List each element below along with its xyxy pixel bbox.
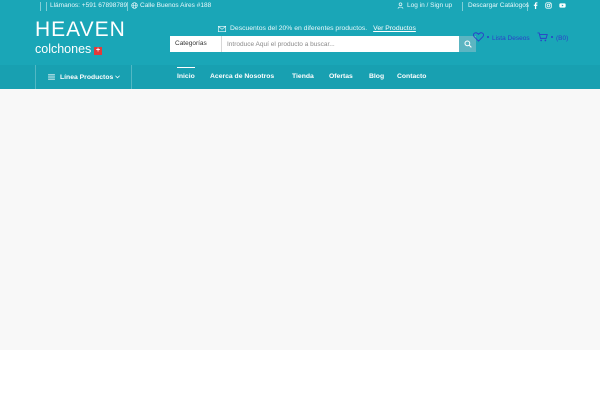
wishlist-link[interactable]: Lista Deseos xyxy=(473,31,530,42)
address-item: Calle Buenos Aires #188 xyxy=(131,2,211,9)
nav-item-ofertas[interactable]: Ofertas xyxy=(329,65,353,89)
login-label: Log in / Sign up xyxy=(407,2,453,9)
catalogs-link[interactable]: Descargar Catálogos xyxy=(468,2,529,9)
user-icon xyxy=(397,2,404,9)
hamburger-icon xyxy=(48,74,55,80)
divider xyxy=(40,2,41,11)
header: HEAVEN colchones + Descuentos del 20% en… xyxy=(0,13,600,65)
divider xyxy=(527,2,528,11)
dot-separator xyxy=(551,35,553,38)
youtube-icon[interactable] xyxy=(559,2,566,9)
nav-item-acerca[interactable]: Acerca de Nosotros xyxy=(210,65,274,89)
wishlist-label: Lista Deseos xyxy=(492,35,530,42)
top-bar: Llámanos: +591 67898789 Calle Buenos Air… xyxy=(0,0,600,13)
address-text: Calle Buenos Aires #188 xyxy=(140,2,212,9)
nav-item-blog[interactable]: Blog xyxy=(369,65,384,89)
main-nav: Línea Productos Inicio Acerca de Nosotro… xyxy=(0,65,600,89)
page-bottom xyxy=(0,350,600,400)
divider xyxy=(46,2,47,11)
search-bar: Categorías xyxy=(170,36,476,52)
phone-text: Llámanos: +591 67898789 xyxy=(50,2,128,9)
facebook-icon[interactable] xyxy=(533,2,538,9)
dot-separator xyxy=(487,35,489,38)
search-icon xyxy=(463,40,472,48)
login-link[interactable]: Log in / Sign up xyxy=(397,2,452,9)
envelope-icon xyxy=(218,25,226,32)
cart-label: (B0) xyxy=(556,35,569,42)
globe-icon xyxy=(131,2,138,9)
cart-icon xyxy=(537,31,548,42)
nav-item-tienda[interactable]: Tienda xyxy=(292,65,314,89)
promo-banner: Descuentos del 20% en diferentes product… xyxy=(218,25,416,32)
categories-menu-button[interactable]: Línea Productos xyxy=(35,65,132,89)
divider xyxy=(127,2,128,11)
logo-main-text: HEAVEN xyxy=(35,18,126,41)
swiss-cross-icon: + xyxy=(94,47,102,55)
promo-link[interactable]: Ver Productos xyxy=(373,25,416,32)
heart-icon xyxy=(473,31,484,42)
categories-label: Línea Productos xyxy=(60,73,114,81)
cart-link[interactable]: (B0) xyxy=(537,31,568,42)
search-input[interactable] xyxy=(224,36,454,52)
nav-item-inicio[interactable]: Inicio xyxy=(177,65,195,89)
instagram-icon[interactable] xyxy=(545,2,552,9)
logo-sub-text: colchones xyxy=(35,42,92,56)
nav-item-contacto[interactable]: Contacto xyxy=(397,65,426,89)
main-content xyxy=(0,89,600,350)
chevron-down-icon xyxy=(115,75,121,79)
category-select[interactable]: Categorías xyxy=(170,36,222,52)
divider xyxy=(462,2,463,11)
promo-text: Descuentos del 20% en diferentes product… xyxy=(230,25,368,32)
